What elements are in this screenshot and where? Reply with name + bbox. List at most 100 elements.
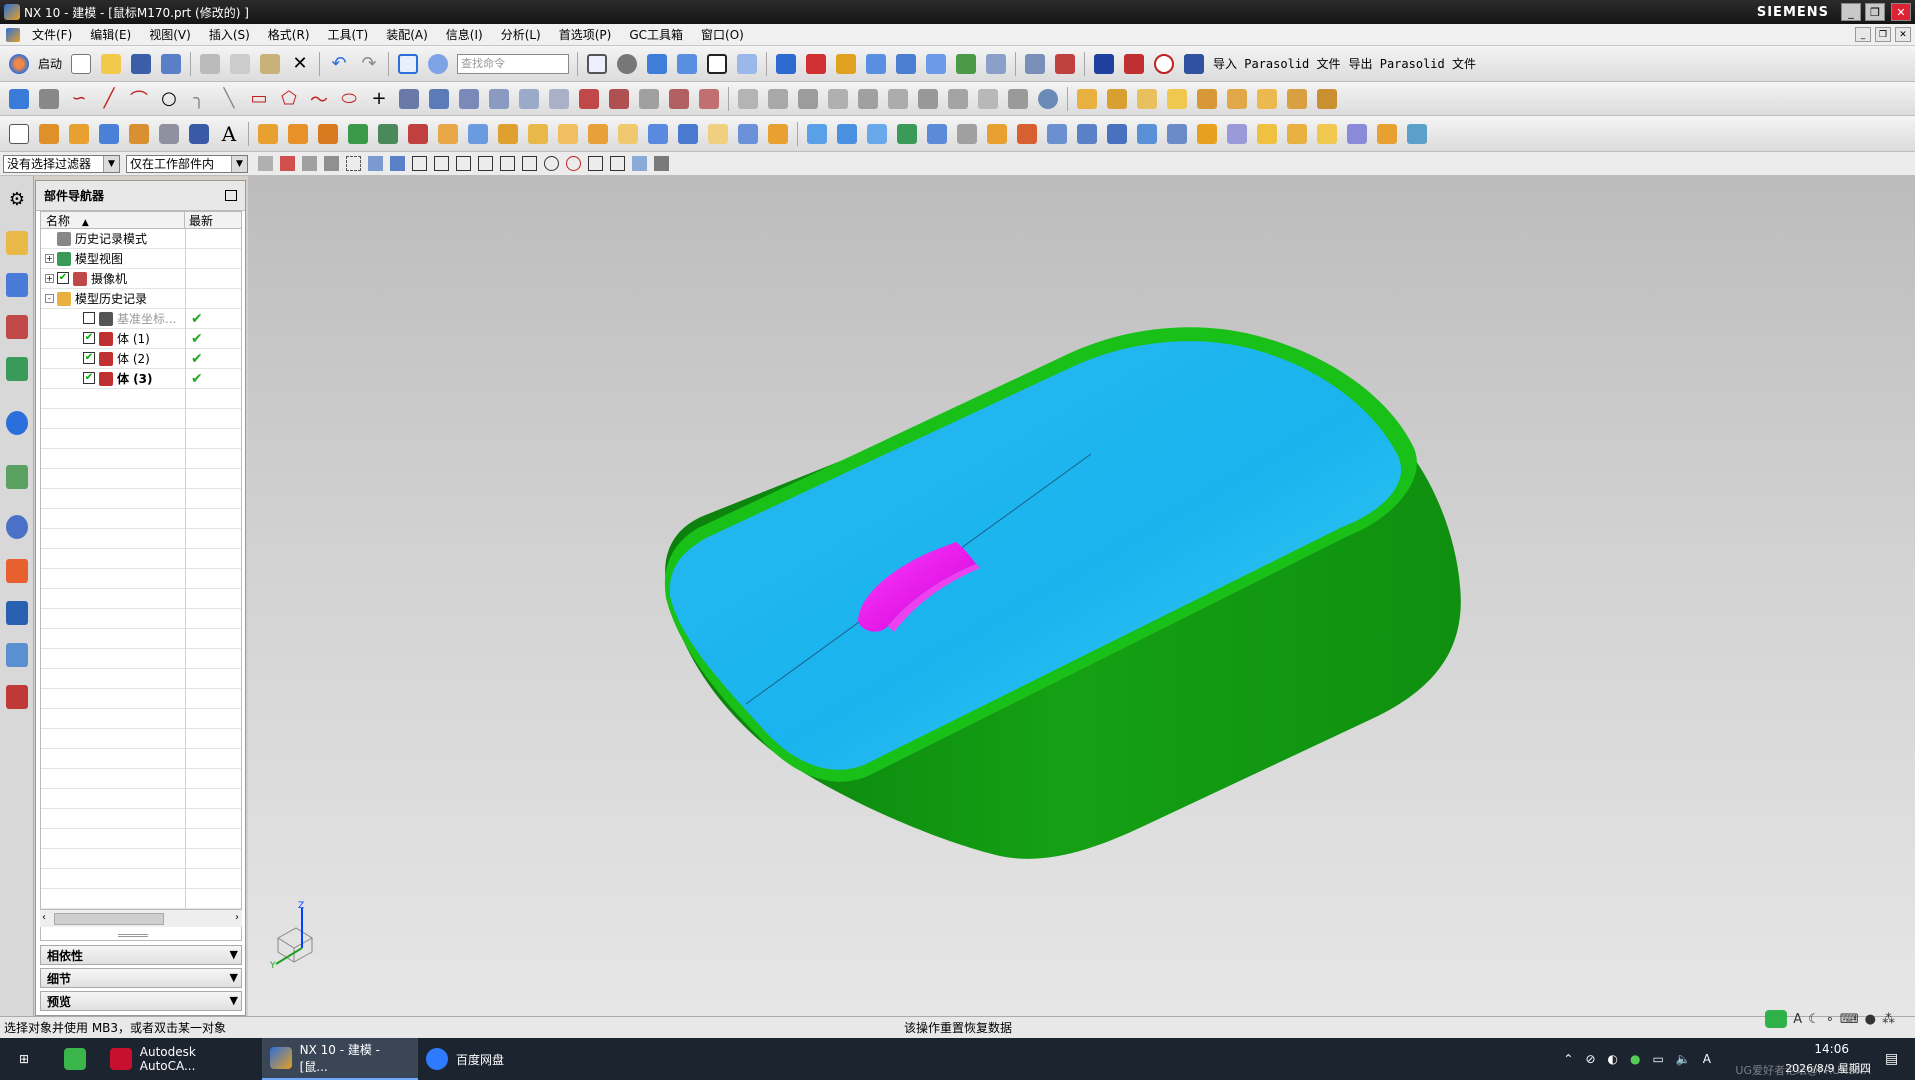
sketch-icon[interactable]	[6, 86, 32, 112]
solid-4-icon[interactable]	[1164, 86, 1190, 112]
offset-icon[interactable]	[396, 86, 422, 112]
tree-row[interactable]: 历史记录模式	[41, 229, 241, 249]
snap-9-icon[interactable]	[585, 154, 605, 174]
snap-point-icon[interactable]	[773, 51, 799, 77]
web-browser-icon[interactable]	[4, 406, 30, 440]
curve-9-icon[interactable]	[975, 86, 1001, 112]
text-icon[interactable]: A	[216, 121, 242, 147]
project-curve-icon[interactable]	[426, 86, 452, 112]
curve-4-icon[interactable]	[825, 86, 851, 112]
reuse-library-icon[interactable]	[4, 352, 30, 386]
new-file-icon[interactable]	[68, 51, 94, 77]
curve-10-icon[interactable]	[1005, 86, 1031, 112]
feature-11-icon[interactable]	[435, 121, 461, 147]
rectangle-icon[interactable]: ▭	[246, 86, 272, 112]
menu-file[interactable]: 文件(F)	[23, 26, 81, 43]
surface-11-icon[interactable]	[1104, 121, 1130, 147]
snap-8-icon[interactable]	[563, 154, 583, 174]
import-parasolid-button[interactable]: 导入 Parasolid 文件	[1209, 55, 1344, 72]
feature-14-icon[interactable]	[525, 121, 551, 147]
feature-12-icon[interactable]	[465, 121, 491, 147]
notifications-icon[interactable]: ▤	[1885, 1051, 1915, 1067]
settings-gear-icon[interactable]: ⚙	[4, 182, 30, 216]
surface-12-icon[interactable]	[1134, 121, 1160, 147]
solid-5-icon[interactable]	[1194, 86, 1220, 112]
surface-1-icon[interactable]	[804, 121, 830, 147]
feature-3-icon[interactable]	[96, 121, 122, 147]
feature-9-icon[interactable]	[375, 121, 401, 147]
task-autocad[interactable]: Autodesk AutoCA...	[102, 1038, 262, 1080]
surface-15-icon[interactable]	[1224, 121, 1250, 147]
snap-4-icon[interactable]	[475, 154, 495, 174]
point-set-icon[interactable]	[1052, 51, 1078, 77]
selection-filter-dropdown[interactable]: 没有选择过滤器 ▼	[3, 154, 120, 173]
feature-2-icon[interactable]	[66, 121, 92, 147]
surface-16-icon[interactable]	[1254, 121, 1280, 147]
tray-chevron-icon[interactable]: ⌃	[1563, 1052, 1573, 1066]
undo-icon[interactable]: ↶	[326, 51, 352, 77]
menu-preferences[interactable]: 首选项(P)	[550, 26, 621, 43]
snap-3-icon[interactable]	[453, 154, 473, 174]
menu-view[interactable]: 视图(V)	[140, 26, 200, 43]
snap-10-icon[interactable]	[607, 154, 627, 174]
ime-toolbar[interactable]: A ☾ ∘ ⌨ ● ⁂	[1765, 1008, 1895, 1030]
paste-icon[interactable]	[257, 51, 283, 77]
surface-3-icon[interactable]	[864, 121, 890, 147]
filter-icon-7[interactable]	[387, 154, 407, 174]
visibility-checkbox[interactable]: ✔	[83, 332, 95, 344]
tray-network-off-icon[interactable]: ⊘	[1585, 1052, 1595, 1066]
doc-minimize-button[interactable]: _	[1855, 27, 1871, 42]
arc-icon[interactable]: ⌒	[126, 86, 152, 112]
feature-5-icon[interactable]	[255, 121, 281, 147]
feature-20-icon[interactable]	[705, 121, 731, 147]
visibility-checkbox[interactable]: ✔	[57, 272, 69, 284]
ime-punct-icon[interactable]: ∘	[1826, 1012, 1834, 1027]
orient-view-icon[interactable]	[734, 51, 760, 77]
copy-icon[interactable]	[227, 51, 253, 77]
wireframe-icon[interactable]	[704, 51, 730, 77]
expand-icon[interactable]: +	[45, 274, 54, 283]
assembly-navigator-icon[interactable]	[4, 226, 30, 260]
tray-display-icon[interactable]: ▭	[1652, 1052, 1663, 1066]
filter-icon-4[interactable]	[321, 154, 341, 174]
restore-button[interactable]: ❐	[1865, 3, 1885, 21]
rotate-icon[interactable]	[614, 51, 640, 77]
shaded-view-icon[interactable]	[644, 51, 670, 77]
menu-assembly[interactable]: 装配(A)	[377, 26, 437, 43]
save-as-icon[interactable]	[158, 51, 184, 77]
auto-constraint-icon[interactable]	[606, 86, 632, 112]
splitter-handle[interactable]	[118, 934, 148, 937]
delete-icon[interactable]: ✕	[287, 51, 313, 77]
solid-6-icon[interactable]	[1224, 86, 1250, 112]
menu-info[interactable]: 信息(I)	[437, 26, 492, 43]
constraint-icon[interactable]	[576, 86, 602, 112]
filter-icon-6[interactable]	[365, 154, 385, 174]
curve-7-icon[interactable]	[915, 86, 941, 112]
circle-tool-icon[interactable]	[1151, 51, 1177, 77]
search-input[interactable]: 查找命令	[457, 53, 570, 74]
relations-icon[interactable]	[666, 86, 692, 112]
tray-wechat-icon[interactable]: ●	[1630, 1052, 1640, 1066]
surface-5-icon[interactable]	[924, 121, 950, 147]
tree-row[interactable]: ✔ 体 (1) ✔	[41, 329, 241, 349]
polygon-icon[interactable]: ⬠	[276, 86, 302, 112]
roles-icon[interactable]	[4, 680, 30, 714]
solid-1-icon[interactable]	[1074, 86, 1100, 112]
feature-1-icon[interactable]	[36, 121, 62, 147]
clock[interactable]: 14:06 2026/8/9 星期四 UG爱好者论坛@FRUNSNX	[1721, 1038, 1871, 1080]
manufacturing-icon[interactable]	[4, 638, 30, 672]
table-icon[interactable]	[983, 51, 1009, 77]
surface-18-icon[interactable]	[1314, 121, 1340, 147]
scroll-right-icon[interactable]: ›	[235, 912, 239, 923]
ime-user-icon[interactable]: ●	[1865, 1012, 1876, 1027]
feature-7-icon[interactable]	[315, 121, 341, 147]
surface-20-icon[interactable]	[1374, 121, 1400, 147]
filter-icon-5[interactable]	[343, 154, 363, 174]
details-panel[interactable]: 细节 ▼	[40, 968, 242, 988]
draft-icon[interactable]	[1091, 51, 1117, 77]
doc-close-button[interactable]: ✕	[1895, 27, 1911, 42]
visualization-icon[interactable]	[4, 554, 30, 588]
filter-icon-1[interactable]	[255, 154, 275, 174]
select-icon[interactable]	[1022, 51, 1048, 77]
surface-14-icon[interactable]	[1194, 121, 1220, 147]
